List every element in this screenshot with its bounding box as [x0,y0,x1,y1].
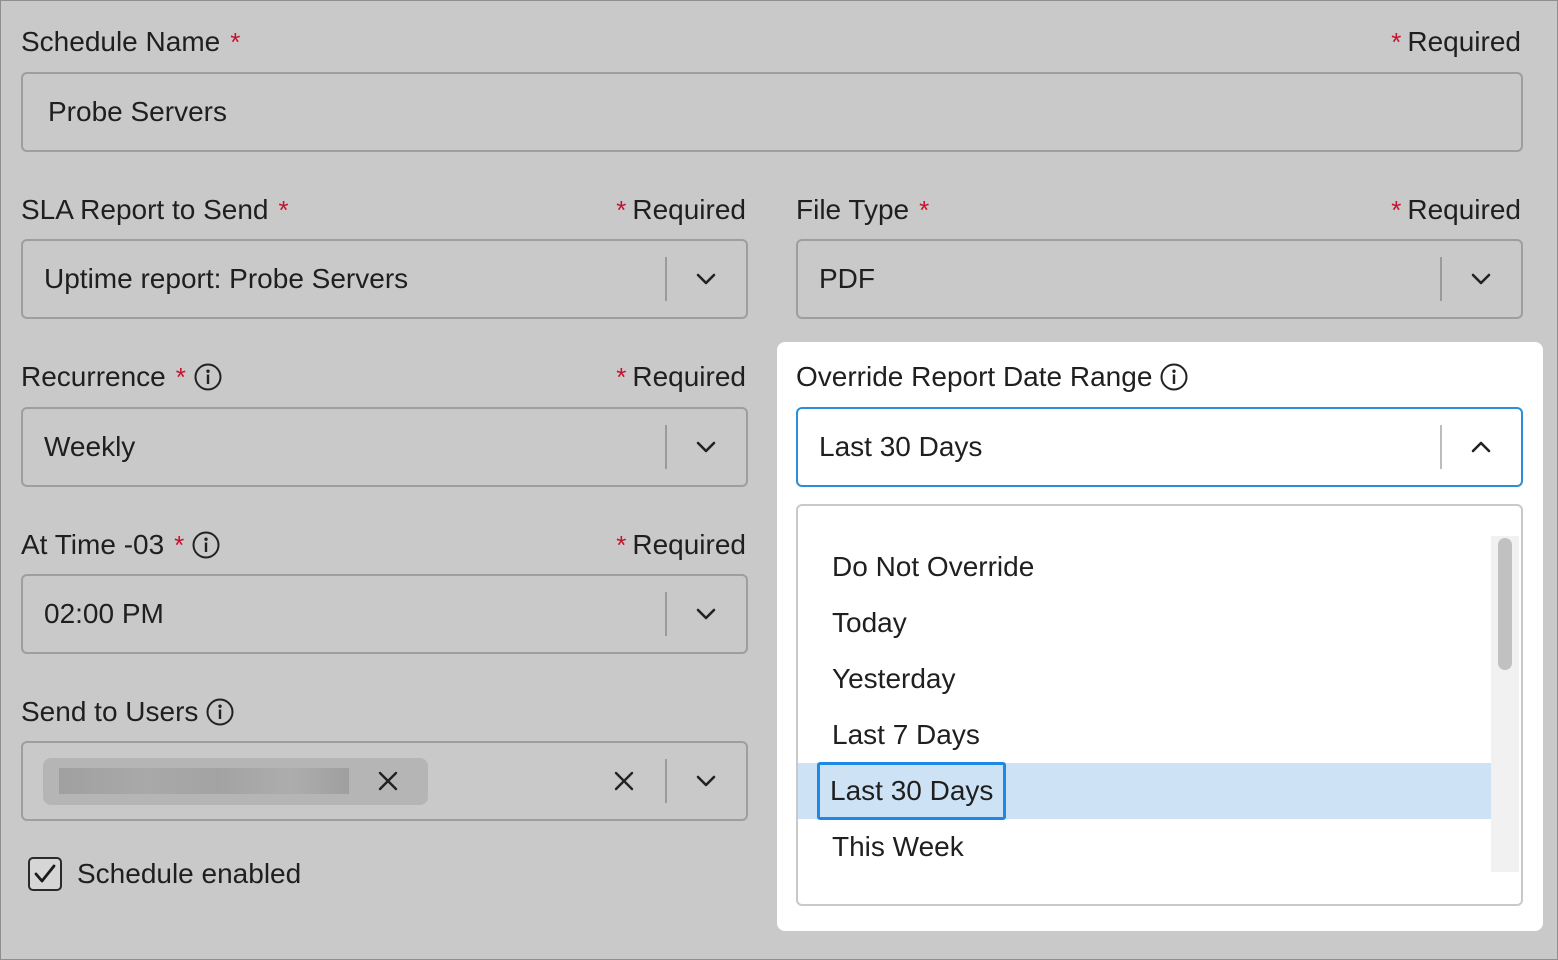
chevron-down-icon[interactable] [1469,267,1493,291]
chevron-down-icon[interactable] [694,769,718,793]
at-time-label: At Time -03 * [21,529,220,561]
required-text: Required [1407,26,1521,57]
option-label: Last 7 Days [832,719,980,750]
info-icon[interactable] [1160,363,1188,391]
option-label: Last 30 Days [817,762,1007,820]
required-text: Required [632,361,746,392]
required-star: * [230,27,241,57]
recurrence-label: Recurrence * [21,361,222,393]
option-last-30-days[interactable]: Last 30 Days [798,762,1493,820]
required-indicator: * Required [1391,194,1521,226]
option-this-week[interactable]: This Week [798,819,1493,875]
send-to-users-label: Send to Users [21,696,234,728]
chevron-up-icon[interactable] [1469,435,1493,459]
recurrence-select[interactable]: Weekly [21,407,748,487]
clear-all-close-icon[interactable] [613,770,635,792]
select-separator [1440,257,1442,301]
override-date-range-select[interactable]: Last 30 Days [796,407,1523,487]
required-star: * [1391,27,1402,57]
option-label: Do Not Override [832,551,1035,582]
info-icon[interactable] [192,531,220,559]
required-text: Required [632,529,746,560]
schedule-enabled-label-text: Schedule enabled [77,858,302,889]
required-text: Required [632,194,746,225]
recurrence-label-text: Recurrence [21,361,166,392]
option-label: This Week [832,831,964,862]
required-star: * [919,195,930,225]
required-star: * [1391,195,1402,225]
at-time-select[interactable]: 02:00 PM [21,574,748,654]
check-icon [34,864,56,883]
select-separator [665,257,667,301]
override-date-range-label: Override Report Date Range [796,361,1188,393]
file-type-select[interactable]: PDF [796,239,1523,319]
remove-user-close-icon[interactable] [377,770,399,792]
chevron-down-icon[interactable] [694,267,718,291]
required-star: * [616,362,627,392]
required-star: * [278,195,289,225]
info-icon[interactable] [206,698,234,726]
menu-scrollbar-thumb[interactable] [1498,538,1512,670]
required-star: * [175,362,186,392]
chevron-down-icon[interactable] [694,435,718,459]
option-label: Today [832,607,907,638]
sla-report-value: Uptime report: Probe Servers [44,263,409,294]
required-indicator: * Required [1391,26,1521,58]
schedule-enabled-label[interactable]: Schedule enabled [77,858,301,890]
send-to-users-label-text: Send to Users [21,696,199,727]
option-label: Yesterday [832,663,956,694]
select-separator [665,759,667,803]
required-text: Required [1407,194,1521,225]
required-indicator: * Required [616,194,746,226]
select-separator [1440,425,1442,469]
option-do-not-override[interactable]: Do Not Override [798,539,1493,595]
sla-report-select[interactable]: Uptime report: Probe Servers [21,239,748,319]
option-today[interactable]: Today [798,595,1493,651]
required-star: * [174,530,185,560]
info-icon[interactable] [194,363,222,391]
schedule-name-label-text: Schedule Name [21,26,221,57]
file-type-label-text: File Type [796,194,910,225]
chevron-down-icon[interactable] [694,602,718,626]
schedule-form: Schedule Name * * Required Probe Servers S… [0,0,1558,960]
recurrence-value: Weekly [44,431,136,462]
required-indicator: * Required [616,361,746,393]
sla-report-label-text: SLA Report to Send [21,194,269,225]
date-range-options-menu: Do Not Override Today Yesterday Last 7 D… [796,504,1523,906]
required-star: * [616,195,627,225]
option-yesterday[interactable]: Yesterday [798,651,1493,707]
schedule-name-label: Schedule Name * [21,26,240,58]
at-time-label-text: At Time -03 [21,529,165,560]
select-separator [665,425,667,469]
override-date-range-label-text: Override Report Date Range [796,361,1153,392]
sla-report-label: SLA Report to Send * [21,194,289,226]
override-date-range-value: Last 30 Days [819,431,983,462]
option-last-7-days[interactable]: Last 7 Days [798,707,1493,763]
schedule-name-value: Probe Servers [48,96,227,127]
at-time-value: 02:00 PM [44,598,164,629]
file-type-value: PDF [819,263,875,294]
schedule-enabled-checkbox[interactable] [28,857,62,891]
select-separator [665,592,667,636]
required-star: * [616,530,627,560]
user-chip [43,758,428,805]
required-indicator: * Required [616,529,746,561]
file-type-label: File Type * [796,194,929,226]
redacted-user-name [59,768,349,794]
schedule-name-input[interactable]: Probe Servers [21,72,1523,152]
